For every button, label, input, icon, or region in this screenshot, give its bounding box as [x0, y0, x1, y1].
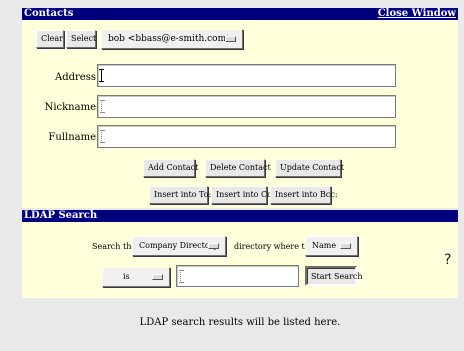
- select-button[interactable]: Select: [66, 30, 96, 48]
- contacts-title-bar: Contacts Close Window: [22, 8, 458, 20]
- text-cursor-icon: [99, 69, 104, 82]
- dropdown-arrow-icon: [340, 243, 351, 249]
- dropdown-arrow-icon: [152, 274, 163, 280]
- clear-button[interactable]: Clear: [36, 30, 64, 48]
- nickname-field[interactable]: [97, 95, 396, 118]
- address-book-window: Contacts Close Window Clear Select bob <…: [22, 8, 458, 348]
- contact-select[interactable]: bob <bbass@e-smith.com>: [101, 29, 243, 49]
- close-window-link[interactable]: Close Window: [378, 8, 456, 20]
- directory-where-text: directory where the: [234, 242, 315, 251]
- ldap-title: LDAP Search: [24, 210, 98, 221]
- attribute-select[interactable]: Name: [305, 236, 358, 256]
- contacts-panel: Clear Select bob <bbass@e-smith.com> Add…: [22, 20, 458, 208]
- update-contact-button[interactable]: Update Contact: [275, 159, 344, 177]
- text-cursor-icon: [100, 100, 105, 113]
- ldap-results-placeholder: LDAP search results will be listed here.: [139, 317, 341, 328]
- start-search-button[interactable]: Start Search: [305, 266, 363, 286]
- attribute-select-value: Name: [312, 241, 337, 250]
- insert-into-cc-button[interactable]: Insert into Cc:: [211, 186, 274, 204]
- fullname-label: Fullname: [48, 132, 96, 143]
- contact-select-value: bob <bbass@e-smith.com>: [108, 34, 234, 44]
- fullname-field[interactable]: [97, 125, 396, 148]
- text-cursor-icon: [179, 270, 184, 283]
- insert-into-bcc-button[interactable]: Insert into Bcc:: [270, 186, 338, 204]
- dropdown-arrow-icon: [225, 36, 236, 42]
- delete-contact-button[interactable]: Delete Contact: [205, 159, 271, 177]
- address-label: Address: [55, 72, 96, 83]
- ldap-title-bar: LDAP Search: [22, 210, 458, 222]
- address-field[interactable]: [97, 64, 396, 87]
- nickname-label: Nickname: [44, 102, 96, 113]
- directory-select-value: Company Directory: [139, 241, 219, 250]
- dropdown-arrow-icon: [208, 243, 219, 249]
- search-the-text: Search the: [92, 242, 137, 251]
- insert-into-to-button[interactable]: Insert into To:: [149, 186, 211, 204]
- operator-select-value: is: [123, 272, 130, 281]
- ldap-search-panel: Search the Company Directory directory w…: [22, 222, 458, 298]
- operator-select[interactable]: is: [102, 267, 170, 287]
- text-cursor-icon: [100, 130, 105, 143]
- directory-select[interactable]: Company Directory: [132, 236, 226, 256]
- ldap-search-input[interactable]: [176, 265, 299, 287]
- help-icon[interactable]: ?: [444, 252, 451, 268]
- contacts-title: Contacts: [24, 8, 74, 19]
- add-contact-button[interactable]: Add Contact: [143, 159, 198, 177]
